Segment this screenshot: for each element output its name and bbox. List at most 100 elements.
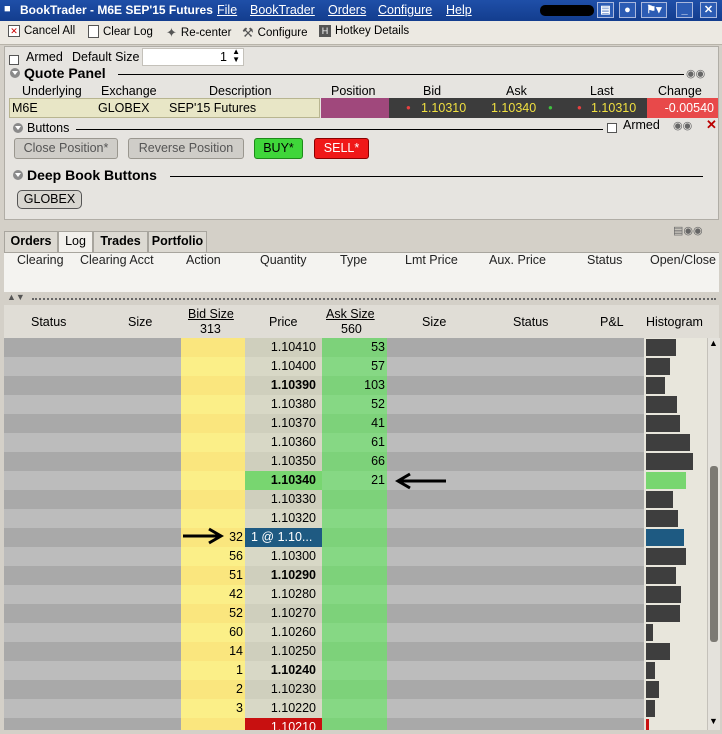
deep-book-header[interactable]: Deep Book Buttons	[13, 167, 157, 183]
ladder-ask-size-cell[interactable]: 52	[322, 395, 387, 414]
ladder-right-status-cell[interactable]	[387, 490, 644, 509]
ladder-price-cell[interactable]: 1.10210	[245, 718, 322, 730]
sell-button[interactable]: SELL*	[314, 138, 369, 159]
configure-button[interactable]: ⚒ Configure	[242, 25, 308, 41]
ladder-ask-size-cell[interactable]	[322, 547, 387, 566]
ladder-right-status-cell[interactable]	[387, 566, 644, 585]
scroll-up-icon[interactable]: ▲	[709, 338, 718, 348]
armed-checkbox[interactable]	[9, 52, 19, 66]
ladder-ask-size-cell[interactable]	[322, 680, 387, 699]
ladder-bid-size-cell[interactable]	[181, 338, 245, 357]
ladder-bid-size-cell[interactable]: 56	[181, 547, 245, 566]
ladder-right-status-cell[interactable]	[387, 661, 644, 680]
splitter[interactable]: ▲▼	[4, 292, 719, 304]
buy-button[interactable]: BUY*	[254, 138, 303, 159]
ladder-right-status-cell[interactable]	[387, 680, 644, 699]
ladder-price-cell[interactable]: 1.10250	[245, 642, 322, 661]
ladder-bid-size-cell[interactable]: 14	[181, 642, 245, 661]
ladder-bid-size-cell[interactable]: 3	[181, 699, 245, 718]
ladder-price-cell[interactable]: 1.10300	[245, 547, 322, 566]
menu-orders[interactable]: Orders	[328, 3, 366, 17]
reverse-position-button[interactable]: Reverse Position	[128, 138, 244, 159]
close-icon[interactable]: ✕	[706, 117, 717, 133]
link-icon[interactable]: ⚑▾	[641, 2, 667, 18]
ladder-left-status-cell[interactable]	[4, 642, 181, 661]
ladder-bid-size-cell[interactable]	[181, 376, 245, 395]
ladder-price-cell[interactable]: 1.10320	[245, 509, 322, 528]
tab-portfolio[interactable]: Portfolio	[148, 231, 207, 252]
globex-button[interactable]: GLOBEX	[17, 190, 82, 209]
buttons-armed-checkbox[interactable]	[607, 120, 617, 134]
book-hd-bid-size[interactable]: Bid Size	[188, 307, 234, 321]
ladder-right-status-cell[interactable]	[387, 699, 644, 718]
settings-icon[interactable]: ◉◉	[686, 67, 705, 80]
recenter-button[interactable]: ✦ Re-center	[166, 25, 231, 41]
quote-row[interactable]	[9, 98, 320, 118]
ladder-left-status-cell[interactable]	[4, 414, 181, 433]
book-hd-ask-size[interactable]: Ask Size	[326, 307, 375, 321]
ladder-right-status-cell[interactable]	[387, 376, 644, 395]
quote-panel-header[interactable]: Quote Panel	[10, 65, 106, 81]
spinner-icon[interactable]: ▲ ▼	[232, 48, 240, 64]
tab-log[interactable]: Log	[58, 231, 93, 252]
collapse-icon[interactable]	[10, 68, 20, 78]
ladder-right-status-cell[interactable]	[387, 623, 644, 642]
ladder-price-cell[interactable]: 1.10270	[245, 604, 322, 623]
ladder-ask-size-cell[interactable]: 53	[322, 338, 387, 357]
ladder-right-status-cell[interactable]	[387, 642, 644, 661]
tab-trades[interactable]: Trades	[93, 231, 148, 252]
menu-configure[interactable]: Configure	[378, 3, 432, 17]
ladder-ask-size-cell[interactable]	[322, 490, 387, 509]
ladder-ask-size-cell[interactable]	[322, 623, 387, 642]
ladder-left-status-cell[interactable]	[4, 680, 181, 699]
clear-log-button[interactable]: Clear Log	[88, 25, 153, 38]
ladder-price-cell[interactable]: 1 @ 1.10...	[245, 528, 322, 547]
menu-help[interactable]: Help	[446, 3, 472, 17]
ladder-right-status-cell[interactable]	[387, 528, 644, 547]
ladder-left-status-cell[interactable]	[4, 604, 181, 623]
ladder-price-cell[interactable]: 1.10410	[245, 338, 322, 357]
ladder-ask-size-cell[interactable]: 103	[322, 376, 387, 395]
ladder-right-status-cell[interactable]	[387, 547, 644, 566]
ladder-price-cell[interactable]: 1.10220	[245, 699, 322, 718]
minimize-icon[interactable]: _	[676, 2, 693, 18]
ladder-price-cell[interactable]: 1.10390	[245, 376, 322, 395]
ladder-price-cell[interactable]: 1.10330	[245, 490, 322, 509]
ladder-left-status-cell[interactable]	[4, 433, 181, 452]
ladder-left-status-cell[interactable]	[4, 338, 181, 357]
ladder-left-status-cell[interactable]	[4, 509, 181, 528]
collapse-icon[interactable]	[13, 123, 23, 133]
ladder-bid-size-cell[interactable]	[181, 452, 245, 471]
ladder-ask-size-cell[interactable]: 66	[322, 452, 387, 471]
ladder-bid-size-cell[interactable]	[181, 718, 245, 730]
menu-booktrader[interactable]: BookTrader	[250, 3, 315, 17]
settings-icon[interactable]: ◉◉	[673, 119, 692, 132]
ladder-bid-size-cell[interactable]: 42	[181, 585, 245, 604]
ladder-price-cell[interactable]: 1.10280	[245, 585, 322, 604]
ladder-price-cell[interactable]: 1.10260	[245, 623, 322, 642]
ladder-left-status-cell[interactable]	[4, 566, 181, 585]
ladder-left-status-cell[interactable]	[4, 623, 181, 642]
ladder-left-status-cell[interactable]	[4, 376, 181, 395]
tab-orders[interactable]: Orders	[4, 231, 58, 252]
ladder-right-status-cell[interactable]	[387, 585, 644, 604]
ladder-bid-size-cell[interactable]	[181, 395, 245, 414]
ladder-price-cell[interactable]: 1.10290	[245, 566, 322, 585]
ladder-left-status-cell[interactable]	[4, 395, 181, 414]
splitter-arrows-icon[interactable]: ▲▼	[7, 292, 25, 302]
ladder-ask-size-cell[interactable]	[322, 604, 387, 623]
ladder-ask-size-cell[interactable]	[322, 566, 387, 585]
cancel-all-button[interactable]: ✕ Cancel All	[8, 25, 75, 37]
ladder-ask-size-cell[interactable]	[322, 642, 387, 661]
ladder-right-status-cell[interactable]	[387, 718, 644, 730]
ladder-price-cell[interactable]: 1.10360	[245, 433, 322, 452]
ladder-left-status-cell[interactable]	[4, 452, 181, 471]
ladder-ask-size-cell[interactable]	[322, 509, 387, 528]
ladder-left-status-cell[interactable]	[4, 490, 181, 509]
ladder-right-status-cell[interactable]	[387, 338, 644, 357]
ladder-right-status-cell[interactable]	[387, 604, 644, 623]
hotkey-details-button[interactable]: H Hotkey Details	[319, 25, 409, 37]
ladder-scrollbar[interactable]: ▲ ▼	[707, 338, 720, 730]
window-icon[interactable]: ▤	[597, 2, 614, 18]
default-size-input[interactable]: 1 ▲ ▼	[142, 48, 244, 66]
